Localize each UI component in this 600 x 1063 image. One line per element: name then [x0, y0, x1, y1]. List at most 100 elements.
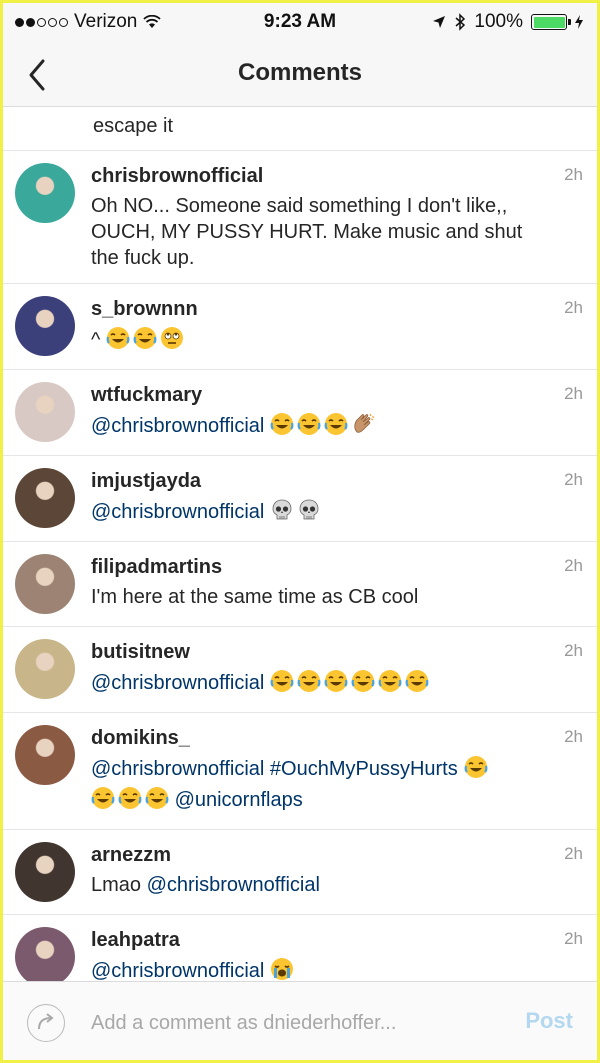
hashtag-link[interactable]: #OuchMyPussyHurts: [270, 758, 458, 780]
avatar[interactable]: [15, 382, 75, 442]
comment-row[interactable]: arnezzm Lmao @chrisbrownofficial 2h: [3, 830, 597, 915]
comment-time: 2h: [564, 727, 583, 746]
comment-body: arnezzm Lmao @chrisbrownofficial: [91, 842, 583, 902]
avatar[interactable]: [15, 554, 75, 614]
comment-message: ^: [91, 329, 101, 351]
comment-username[interactable]: arnezzm: [91, 842, 171, 868]
comment-row[interactable]: chrisbrownofficial Oh NO... Someone said …: [3, 151, 597, 284]
joy-emoji-icon: [270, 412, 294, 443]
comment-text: @chrisbrownofficial: [91, 669, 543, 700]
avatar[interactable]: [15, 725, 75, 785]
post-button[interactable]: Post: [525, 1008, 573, 1034]
comment-username[interactable]: imjustjayda: [91, 468, 201, 494]
comment-username[interactable]: chrisbrownofficial: [91, 163, 263, 189]
battery-fill: [533, 16, 565, 28]
joy-emoji-icon: [464, 755, 488, 786]
comment-text: Lmao @chrisbrownofficial: [91, 872, 543, 898]
comment-time: 2h: [564, 384, 583, 403]
comment-time: 2h: [564, 298, 583, 317]
comment-input-bar: Post: [3, 981, 597, 1060]
avatar[interactable]: [15, 842, 75, 902]
comment-username[interactable]: butisitnew: [91, 639, 190, 665]
comment-message: I'm here at the same time as CB cool: [91, 586, 419, 608]
battery-percent: 100%: [474, 11, 523, 32]
mention-link[interactable]: @chrisbrownofficial: [91, 501, 264, 523]
partial-comment-text: escape it: [3, 107, 597, 151]
comment-body: wtfuckmary @chrisbrownofficial: [91, 382, 583, 443]
comment-text: @chrisbrownofficial: [91, 498, 543, 529]
comment-time: 2h: [564, 641, 583, 660]
comment-time: 2h: [564, 929, 583, 948]
reply-icon[interactable]: [27, 1004, 65, 1042]
joy-emoji-icon: [133, 326, 157, 357]
mention-link[interactable]: @chrisbrownofficial: [91, 415, 264, 437]
avatar[interactable]: [15, 639, 75, 699]
mention-link[interactable]: @chrisbrownofficial: [147, 874, 320, 896]
comment-text: Oh NO... Someone said something I don't …: [91, 193, 543, 271]
mention-link[interactable]: @unicornflaps: [175, 789, 303, 811]
comments-list[interactable]: escape it chrisbrownofficial Oh NO... Som…: [3, 107, 597, 981]
page-title: Comments: [237, 59, 363, 86]
avatar[interactable]: [15, 296, 75, 356]
status-bar: Verizon 9:23 AM 100%: [3, 3, 597, 43]
comment-message: Oh NO... Someone said something I don't …: [91, 195, 523, 269]
comment-time: 2h: [564, 470, 583, 489]
comment-row[interactable]: imjustjayda @chrisbrownofficial 2h: [3, 456, 597, 542]
joy-emoji-icon: [297, 412, 321, 443]
app-frame: Verizon 9:23 AM 100% Comments escape it …: [0, 0, 600, 1063]
comment-input[interactable]: [91, 1006, 491, 1040]
sob-emoji-icon: [270, 957, 294, 981]
eye-roll-emoji-icon: [160, 326, 184, 357]
comment-username[interactable]: wtfuckmary: [91, 382, 202, 408]
comment-body: imjustjayda @chrisbrownofficial: [91, 468, 583, 529]
joy-emoji-icon: [351, 669, 375, 700]
joy-emoji-icon: [297, 669, 321, 700]
status-right: 100%: [432, 11, 583, 33]
joy-emoji-icon: [270, 669, 294, 700]
location-arrow-icon: [433, 16, 446, 28]
bluetooth-icon: [455, 13, 466, 31]
comment-row[interactable]: domikins_ @chrisbrownofficial #OuchMyPuss…: [3, 713, 597, 830]
comment-row[interactable]: filipadmartins I'm here at the same time …: [3, 542, 597, 627]
battery-icon: [531, 14, 571, 30]
joy-emoji-icon: [324, 669, 348, 700]
skull-emoji-icon: [270, 498, 294, 529]
joy-emoji-icon: [106, 326, 130, 357]
avatar[interactable]: [15, 468, 75, 528]
joy-emoji-icon: [118, 786, 142, 817]
comment-body: s_brownnn ^: [91, 296, 583, 357]
joy-emoji-icon: [145, 786, 169, 817]
comment-text: @chrisbrownofficial #OuchMyPussyHurts @u…: [91, 755, 543, 817]
joy-emoji-icon: [405, 669, 429, 700]
comment-row[interactable]: butisitnew @chrisbrownofficial 2h: [3, 627, 597, 713]
comment-text: ^: [91, 326, 543, 357]
nav-bar: Comments: [3, 43, 597, 107]
reply-arrow-icon: [38, 1013, 54, 1030]
skull-emoji-icon: [297, 498, 321, 529]
comment-username[interactable]: s_brownnn: [91, 296, 198, 322]
clap-emoji-icon: [351, 412, 375, 443]
comment-body: filipadmartins I'm here at the same time …: [91, 554, 583, 614]
avatar[interactable]: [15, 163, 75, 223]
comment-row[interactable]: wtfuckmary @chrisbrownofficial 2h: [3, 370, 597, 456]
comment-text: @chrisbrownofficial: [91, 412, 543, 443]
mention-link[interactable]: @chrisbrownofficial: [91, 758, 264, 780]
comment-prefix: Lmao: [91, 874, 142, 896]
charging-bolt-icon: [575, 15, 583, 29]
mention-link[interactable]: @chrisbrownofficial: [91, 960, 264, 981]
joy-emoji-icon: [378, 669, 402, 700]
joy-emoji-icon: [324, 412, 348, 443]
comment-username[interactable]: leahpatra: [91, 927, 180, 953]
comment-username[interactable]: domikins_: [91, 725, 190, 751]
comment-time: 2h: [564, 556, 583, 575]
comment-time: 2h: [564, 165, 583, 184]
comment-username[interactable]: filipadmartins: [91, 554, 222, 580]
joy-emoji-icon: [91, 786, 115, 817]
comment-row[interactable]: s_brownnn ^ 2h: [3, 284, 597, 370]
comment-text: I'm here at the same time as CB cool: [91, 584, 543, 610]
mention-link[interactable]: @chrisbrownofficial: [91, 672, 264, 694]
comment-row[interactable]: leahpatra @chrisbrownofficial 2h: [3, 915, 597, 981]
comment-time: 2h: [564, 844, 583, 863]
avatar[interactable]: [15, 927, 75, 981]
comment-body: domikins_ @chrisbrownofficial #OuchMyPuss…: [91, 725, 583, 817]
